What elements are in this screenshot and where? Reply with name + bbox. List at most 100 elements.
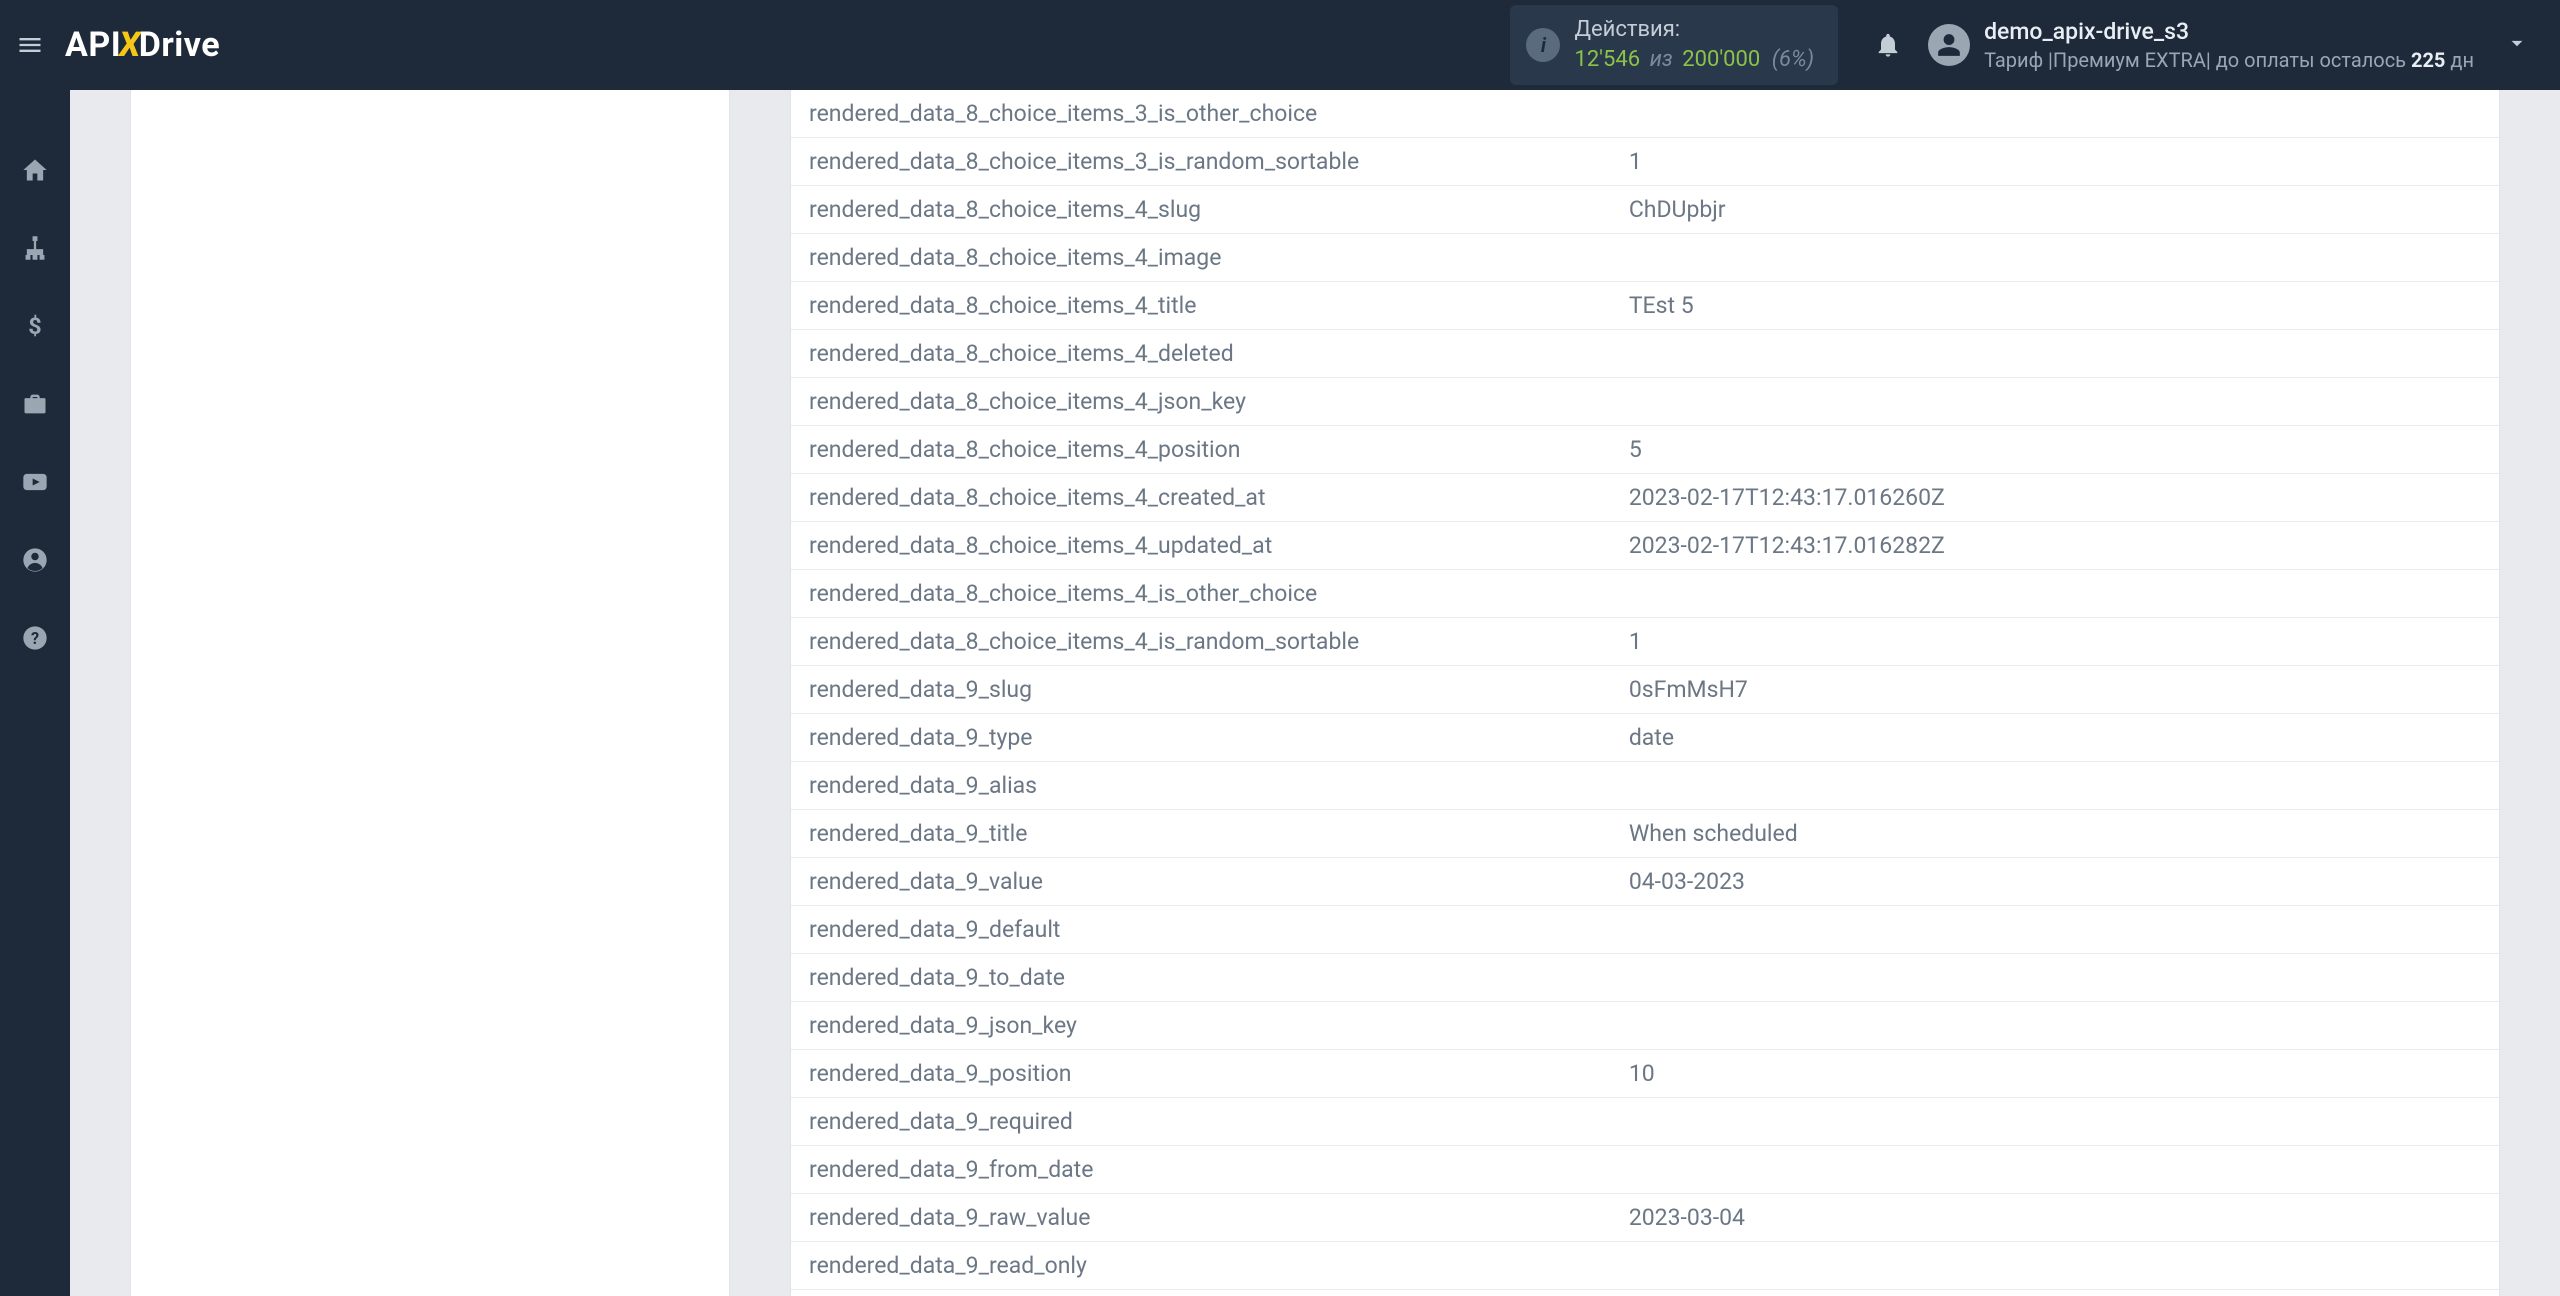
row-value: 2023-03-04 (1611, 1194, 2499, 1242)
row-key: rendered_data_9_json_key (791, 1002, 1611, 1050)
data-panel: rendered_data_8_choice_items_3_is_other_… (790, 90, 2500, 1296)
avatar (1928, 24, 1970, 66)
sidebar-item-tools[interactable] (15, 384, 55, 424)
row-value: 04-03-2023 (1611, 858, 2499, 906)
row-key: rendered_data_8_choice_items_4_title (791, 282, 1611, 330)
user-circle-icon (21, 546, 49, 574)
briefcase-icon (21, 390, 49, 418)
row-key: rendered_data_8_choice_items_4_deleted (791, 330, 1611, 378)
row-value (1611, 954, 2499, 1002)
row-key: rendered_data_8_choice_items_4_image (791, 234, 1611, 282)
row-key: rendered_data_8_choice_items_4_created_a… (791, 474, 1611, 522)
sidebar-item-connections[interactable] (15, 228, 55, 268)
actions-counter[interactable]: i Действия: 12'546 из 200'000 (6%) (1510, 5, 1838, 84)
sidebar-item-video[interactable] (15, 462, 55, 502)
menu-toggle-button[interactable] (10, 25, 50, 65)
row-key: rendered_data_9_to_date (791, 954, 1611, 1002)
youtube-icon (21, 468, 49, 496)
row-value: 5 (1611, 426, 2499, 474)
main-content: rendered_data_8_choice_items_3_is_other_… (70, 90, 2560, 1296)
bell-icon (1874, 31, 1902, 59)
table-row: rendered_data_8_choice_items_4_position5 (791, 426, 2499, 474)
table-row: rendered_data_8_choice_items_4_deleted (791, 330, 2499, 378)
question-icon: ? (21, 624, 49, 652)
chevron-down-icon (2504, 30, 2530, 56)
row-value: When scheduled (1611, 810, 2499, 858)
actions-of: из (1650, 47, 1673, 72)
table-row: rendered_data_8_choice_items_3_is_random… (791, 138, 2499, 186)
sidebar-item-help[interactable]: ? (15, 618, 55, 658)
row-value (1611, 330, 2499, 378)
logo-text-drive: Drive (139, 25, 220, 65)
actions-label: Действия: (1574, 15, 1814, 45)
row-value (1611, 1098, 2499, 1146)
row-key: rendered_data_9_admin_only (791, 1290, 1611, 1296)
logo-text-api: API (65, 25, 121, 65)
row-value (1611, 1146, 2499, 1194)
sidebar-item-billing[interactable]: $ (15, 306, 55, 346)
notifications-button[interactable] (1868, 25, 1908, 65)
left-panel (130, 90, 730, 1296)
table-row: rendered_data_8_choice_items_4_slugChDUp… (791, 186, 2499, 234)
row-value (1611, 1002, 2499, 1050)
table-row: rendered_data_8_choice_items_4_updated_a… (791, 522, 2499, 570)
row-key: rendered_data_8_choice_items_3_is_random… (791, 138, 1611, 186)
actions-pct: (6%) (1772, 47, 1814, 72)
user-text: demo_apix-drive_s3 Тариф |Премиум EXTRA|… (1984, 17, 2474, 73)
row-value (1611, 906, 2499, 954)
hamburger-icon (16, 31, 44, 59)
table-row: rendered_data_8_choice_items_4_json_key (791, 378, 2499, 426)
table-row: rendered_data_8_choice_items_4_is_other_… (791, 570, 2499, 618)
logo-text-x: X (119, 25, 141, 65)
row-key: rendered_data_9_required (791, 1098, 1611, 1146)
user-menu-toggle[interactable] (2474, 30, 2540, 60)
sidebar-item-account[interactable] (15, 540, 55, 580)
row-value: 2023-02-17T12:43:17.016260Z (1611, 474, 2499, 522)
row-key: rendered_data_9_slug (791, 666, 1611, 714)
row-key: rendered_data_9_title (791, 810, 1611, 858)
table-row: rendered_data_9_raw_value2023-03-04 (791, 1194, 2499, 1242)
table-row: rendered_data_9_value04-03-2023 (791, 858, 2499, 906)
user-name: demo_apix-drive_s3 (1984, 17, 2474, 47)
row-key: rendered_data_8_choice_items_4_updated_a… (791, 522, 1611, 570)
sidebar-item-home[interactable] (15, 150, 55, 190)
logo[interactable]: API X Drive (65, 25, 220, 65)
user-block[interactable]: demo_apix-drive_s3 Тариф |Премиум EXTRA|… (1928, 17, 2474, 73)
table-row: rendered_data_9_admin_only (791, 1290, 2499, 1296)
table-row: rendered_data_8_choice_items_4_titleTEst… (791, 282, 2499, 330)
row-value: 1 (1611, 618, 2499, 666)
row-value (1611, 570, 2499, 618)
row-key: rendered_data_8_choice_items_4_slug (791, 186, 1611, 234)
row-value: 1 (1611, 138, 2499, 186)
row-key: rendered_data_8_choice_items_4_json_key (791, 378, 1611, 426)
table-row: rendered_data_9_read_only (791, 1242, 2499, 1290)
row-key: rendered_data_9_default (791, 906, 1611, 954)
row-key: rendered_data_9_position (791, 1050, 1611, 1098)
row-key: rendered_data_8_choice_items_3_is_other_… (791, 90, 1611, 138)
actions-text: Действия: 12'546 из 200'000 (6%) (1574, 15, 1814, 74)
row-key: rendered_data_9_alias (791, 762, 1611, 810)
row-value (1611, 1242, 2499, 1290)
row-value (1611, 90, 2499, 138)
table-row: rendered_data_8_choice_items_4_created_a… (791, 474, 2499, 522)
info-icon: i (1526, 28, 1560, 62)
row-value: TEst 5 (1611, 282, 2499, 330)
actions-counts: 12'546 из 200'000 (6%) (1574, 45, 1814, 75)
actions-used: 12'546 (1574, 47, 1640, 72)
sitemap-icon (21, 234, 49, 262)
table-row: rendered_data_9_default (791, 906, 2499, 954)
row-key: rendered_data_9_type (791, 714, 1611, 762)
table-row: rendered_data_9_alias (791, 762, 2499, 810)
table-row: rendered_data_8_choice_items_4_image (791, 234, 2499, 282)
table-row: rendered_data_9_required (791, 1098, 2499, 1146)
row-value: 10 (1611, 1050, 2499, 1098)
row-value: ChDUpbjr (1611, 186, 2499, 234)
table-row: rendered_data_9_to_date (791, 954, 2499, 1002)
row-value: date (1611, 714, 2499, 762)
row-key: rendered_data_9_read_only (791, 1242, 1611, 1290)
row-value (1611, 1290, 2499, 1296)
row-value (1611, 762, 2499, 810)
row-key: rendered_data_8_choice_items_4_is_other_… (791, 570, 1611, 618)
table-row: rendered_data_8_choice_items_3_is_other_… (791, 90, 2499, 138)
svg-text:$: $ (28, 312, 41, 340)
